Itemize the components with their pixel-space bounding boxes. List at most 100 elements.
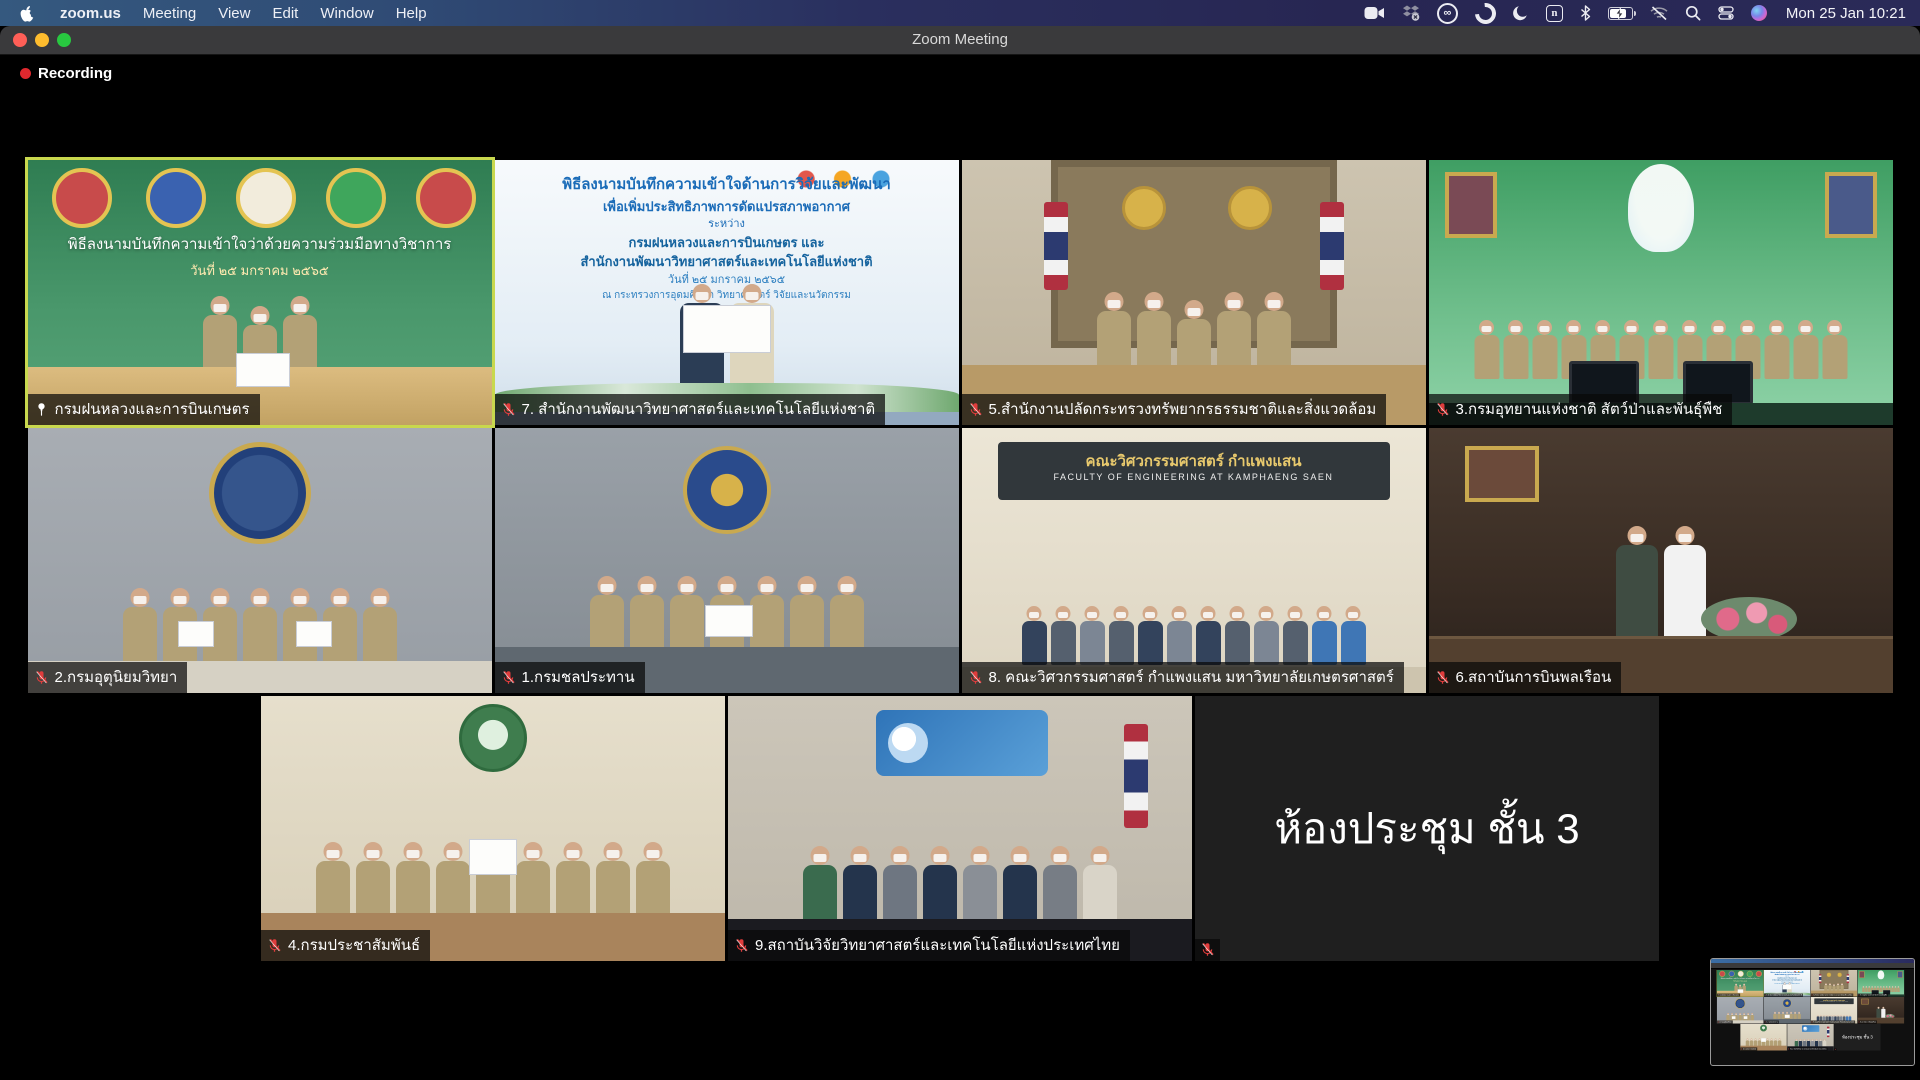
participant-name-tag: 9.สถาบันวิจัยวิทยาศาสตร์และเทคโนโลยีแห่ง…	[728, 930, 1130, 961]
participant-name-tag: 4.กรมประชาสัมพันธ์	[261, 930, 430, 961]
recording-indicator: Recording	[20, 65, 112, 82]
participant-name: 7. สำนักงานพัฒนาวิทยาศาสตร์และเทคโนโลยีแ…	[522, 397, 876, 421]
participant-name: 8. คณะวิศวกรรมศาสตร์ กำแพงแสน มหาวิทยาลั…	[989, 665, 1394, 689]
mic-muted-icon	[267, 938, 282, 953]
video-feed: คณะวิศวกรรมศาสตร์ กำแพงแสน FACULTY OF EN…	[962, 428, 1426, 693]
mic-muted-icon	[1435, 670, 1450, 685]
spotlight-search-icon[interactable]	[1685, 5, 1701, 21]
mic-muted-icon	[1200, 942, 1215, 957]
creative-cloud-icon[interactable]: ∞	[1437, 3, 1458, 24]
scene-sign: คณะวิศวกรรมศาสตร์ กำแพงแสน FACULTY OF EN…	[998, 442, 1390, 500]
desktop: { "menu_bar": { "app_menus": ["zoom.us",…	[0, 0, 1920, 1080]
bluetooth-icon[interactable]	[1580, 5, 1591, 21]
mic-muted-icon	[501, 402, 516, 417]
participant-name-tag: 7. สำนักงานพัฒนาวิทยาศาสตร์และเทคโนโลยีแ…	[495, 394, 886, 425]
window-title: Zoom Meeting	[0, 26, 1920, 54]
apple-menu-icon[interactable]	[20, 5, 35, 22]
video-tile-royal-rainmaking[interactable]: พิธีลงนามบันทึกความเข้าใจว่าด้วยความร่วม…	[28, 160, 492, 425]
pinned-icon	[34, 402, 49, 417]
participant-name-tag: 1.กรมชลประทาน	[495, 662, 645, 693]
menu-clock[interactable]: Mon 25 Jan 10:21	[1786, 5, 1906, 22]
participant-name: 3.กรมอุทยานแห่งชาติ สัตว์ป่าและพันธุ์พืช	[1456, 397, 1723, 421]
video-feed	[28, 428, 492, 693]
scene-banner-date: วันที่ ๒๕ มกราคม ๒๕๖๕	[28, 260, 492, 281]
thai-flag	[1044, 202, 1068, 290]
mic-muted-icon	[1435, 402, 1450, 417]
video-feed	[962, 160, 1426, 425]
mic-muted-icon	[501, 670, 516, 685]
participant-name-tag: กรมฝนหลวงและการบินเกษตร	[28, 394, 260, 425]
recording-dot-icon	[20, 68, 31, 79]
wifi-off-icon[interactable]	[1650, 6, 1668, 21]
dropbox-sync-off-icon[interactable]	[1402, 5, 1420, 21]
participant-name-tag: 5.สำนักงานปลัดกระทรวงทรัพยากรธรรมชาติและ…	[962, 394, 1387, 425]
fullscreen-button[interactable]	[57, 33, 71, 47]
video-gallery: พิธีลงนามบันทึกความเข้าใจว่าด้วยความร่วม…	[0, 160, 1920, 964]
close-button[interactable]	[13, 33, 27, 47]
video-tile-public-relations[interactable]: 4.กรมประชาสัมพันธ์	[261, 696, 725, 961]
menu-edit[interactable]: Edit	[261, 5, 309, 22]
gallery-row-3: 4.กรมประชาสัมพันธ์ 9.สถาบันวิจัยวิทยาศาส…	[0, 696, 1920, 961]
participant-name-tag: 8. คณะวิศวกรรมศาสตร์ กำแพงแสน มหาวิทยาลั…	[962, 662, 1404, 693]
video-feed	[1429, 428, 1893, 693]
participant-name: 5.สำนักงานปลัดกระทรวงทรัพยากรธรรมชาติและ…	[989, 397, 1377, 421]
mini-gallery-preview: พิธีลงนามบันทึกความเข้าใจว่าด้วยความร่วม…	[1714, 970, 1911, 1063]
mic-muted-icon	[968, 670, 983, 685]
macos-menu-bar: zoom.us Meeting View Edit Window Help ∞	[0, 0, 1920, 26]
video-gallery: พิธีลงนามบันทึกความเข้าใจว่าด้วยความร่วม…	[1714, 970, 1907, 1051]
participant-name: 9.สถาบันวิจัยวิทยาศาสตร์และเทคโนโลยีแห่ง…	[755, 933, 1120, 957]
mic-muted-icon	[734, 938, 749, 953]
video-tile-meeting-room-3[interactable]: ห้องประชุม ชั้น 3	[1195, 696, 1659, 961]
participant-name: 1.กรมชลประทาน	[522, 665, 635, 689]
video-tile-tistr[interactable]: 9.สถาบันวิจัยวิทยาศาสตร์และเทคโนโลยีแห่ง…	[728, 696, 1192, 961]
participant-name: 2.กรมอุตุนิยมวิทยา	[55, 665, 178, 689]
video-tile-nstda[interactable]: พิธีลงนามบันทึกความเข้าใจด้านการวิจัยและ…	[495, 160, 959, 425]
participant-display-name: ห้องประชุม ชั้น 3	[1195, 696, 1659, 961]
video-tile-mnre[interactable]: 5.สำนักงานปลัดกระทรวงทรัพยากรธรรมชาติและ…	[962, 160, 1426, 425]
scene-banner-text: พิธีลงนามบันทึกความเข้าใจว่าด้วยความร่วม…	[28, 232, 492, 256]
menu-view[interactable]: View	[207, 5, 261, 22]
thai-flag	[1320, 202, 1344, 290]
video-tile-national-parks[interactable]: 3.กรมอุทยานแห่งชาติ สัตว์ป่าและพันธุ์พืช	[1429, 160, 1893, 425]
menu-window[interactable]: Window	[309, 5, 384, 22]
video-tile-irrigation[interactable]: 1.กรมชลประทาน	[495, 428, 959, 693]
notion-icon[interactable]	[1546, 5, 1563, 22]
video-tile-meteorological[interactable]: 2.กรมอุตุนิยมวิทยา	[28, 428, 492, 693]
minimize-button[interactable]	[35, 33, 49, 47]
do-not-disturb-moon-icon[interactable]	[1513, 5, 1529, 21]
thai-flag	[1124, 724, 1148, 828]
video-tile-engineering-faculty[interactable]: คณะวิศวกรรมศาสตร์ กำแพงแสน FACULTY OF EN…	[962, 428, 1426, 693]
video-feed: พิธีลงนามบันทึกความเข้าใจด้านการวิจัยและ…	[495, 160, 959, 425]
camera-icon[interactable]	[1364, 6, 1385, 20]
siri-icon[interactable]	[1751, 5, 1767, 21]
participant-name-tag	[1195, 939, 1220, 961]
video-feed	[495, 428, 959, 693]
gallery-row-2: 2.กรมอุตุนิยมวิทยา 1.กรมชลประทาน คณะวิศว…	[0, 428, 1920, 693]
participant-name: กรมฝนหลวงและการบินเกษตร	[55, 397, 250, 421]
control-center-icon[interactable]	[1718, 5, 1734, 21]
zoom-window-titlebar[interactable]: Zoom Meeting	[0, 26, 1920, 55]
scene-poster: พิธีลงนามบันทึกความเข้าใจด้านการวิจัยและ…	[518, 174, 936, 303]
participant-name-tag: 2.กรมอุตุนิยมวิทยา	[28, 662, 188, 693]
participant-name: 4.กรมประชาสัมพันธ์	[288, 933, 420, 957]
menu-help[interactable]: Help	[385, 5, 438, 22]
video-feed: พิธีลงนามบันทึกความเข้าใจว่าด้วยความร่วม…	[28, 160, 492, 425]
video-feed	[1429, 160, 1893, 425]
participant-name: 6.สถาบันการบินพลเรือน	[1456, 665, 1612, 689]
screen-share-self-preview[interactable]: พิธีลงนามบันทึกความเข้าใจว่าด้วยความร่วม…	[1710, 958, 1915, 1066]
menu-zoom-us[interactable]: zoom.us	[49, 5, 132, 22]
mini-title-bar	[1711, 963, 1914, 969]
mic-muted-icon	[968, 402, 983, 417]
loom-icon[interactable]	[1471, 0, 1501, 28]
mic-muted-icon	[34, 670, 49, 685]
gallery-row-1: พิธีลงนามบันทึกความเข้าใจว่าด้วยความร่วม…	[0, 160, 1920, 425]
video-tile-civil-aviation[interactable]: 6.สถาบันการบินพลเรือน	[1429, 428, 1893, 693]
participant-name-tag: 3.กรมอุทยานแห่งชาติ สัตว์ป่าและพันธุ์พืช	[1429, 394, 1733, 425]
menu-status-area: ∞ Mon 25 Jan 10:21	[1364, 3, 1920, 24]
menu-meeting[interactable]: Meeting	[132, 5, 207, 22]
video-feed	[261, 696, 725, 961]
participant-name-tag: 6.สถาบันการบินพลเรือน	[1429, 662, 1622, 693]
video-feed-off: ห้องประชุม ชั้น 3	[1195, 696, 1659, 961]
video-feed	[728, 696, 1192, 961]
battery-charging-icon[interactable]	[1608, 7, 1633, 20]
